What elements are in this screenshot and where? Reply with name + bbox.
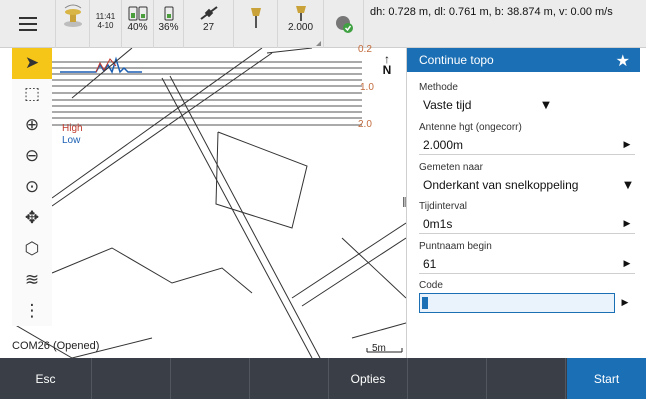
position-info: dh: 0.728 m, dl: 0.761 m, b: 38.874 m, v… bbox=[370, 6, 613, 18]
antenna-status[interactable] bbox=[234, 0, 278, 48]
battery-icon bbox=[128, 6, 147, 21]
legend-low: Low bbox=[62, 135, 81, 146]
zoom-extents-icon: ⊙ bbox=[24, 177, 40, 197]
panel-title: Continue topo bbox=[419, 53, 494, 67]
antenna-height-text: 2.000 bbox=[287, 22, 314, 33]
select-tool[interactable]: ➤ bbox=[12, 48, 52, 79]
point-name-field[interactable]: 61 ▶ bbox=[419, 254, 635, 274]
antenna-height-icon bbox=[295, 6, 306, 21]
time-text: 11:41 bbox=[95, 12, 116, 21]
softkey-6[interactable] bbox=[408, 358, 487, 399]
code-label: Code bbox=[419, 280, 443, 291]
code-arrow[interactable]: ▶ bbox=[617, 293, 635, 313]
orbit-icon: ✥ bbox=[24, 207, 40, 228]
com-status: COM26 (Opened) bbox=[12, 340, 100, 352]
code-input[interactable] bbox=[419, 293, 615, 313]
time-interval-value: 0m1s bbox=[423, 216, 453, 231]
antenna-height-status[interactable]: 2.000 bbox=[278, 0, 324, 48]
panel-header: Continue topo ★ bbox=[407, 48, 640, 72]
orbit-tool[interactable]: ✥ bbox=[12, 202, 52, 233]
view-3d-tool[interactable]: ⬡ bbox=[12, 233, 52, 264]
esc-button[interactable]: Esc bbox=[0, 358, 92, 399]
connection-status[interactable] bbox=[324, 0, 364, 48]
menu-button[interactable] bbox=[0, 0, 56, 48]
zoom-extents-tool[interactable]: ⊙ bbox=[12, 172, 52, 203]
battery-1-text: 40% bbox=[127, 22, 148, 33]
start-button[interactable]: Start bbox=[567, 358, 646, 399]
continue-topo-panel: Continue topo ★ Methode Vaste tijd ▼ Ant… bbox=[406, 48, 640, 358]
arrow-right-icon[interactable]: ▶ bbox=[619, 219, 635, 229]
arrow-right-icon[interactable]: ▶ bbox=[619, 259, 635, 269]
zoom-in-icon: ⊕ bbox=[24, 115, 40, 136]
connection-check-icon bbox=[335, 16, 353, 33]
chevron-down-icon: ▼ bbox=[624, 179, 632, 191]
status-bar: 11:41 4-10 40% 36% 27 2.000 dh: 0.728 m,… bbox=[0, 0, 646, 48]
satellites-text: 27 bbox=[202, 22, 215, 33]
antenna-icon bbox=[250, 8, 261, 28]
antenna-height-field[interactable]: 2.000m ▶ bbox=[419, 135, 635, 155]
precision-scale-top: 0.2 bbox=[358, 44, 372, 55]
scale-bar-label: 5m bbox=[372, 343, 386, 354]
more-icon: ⋮ bbox=[23, 300, 41, 321]
battery-status-1[interactable]: 40% bbox=[122, 0, 154, 48]
clock: 11:41 4-10 bbox=[90, 0, 122, 48]
zoom-out-tool[interactable]: ⊖ bbox=[12, 141, 52, 172]
method-value: Vaste tijd bbox=[423, 98, 472, 112]
receiver-status[interactable] bbox=[56, 0, 90, 48]
point-name-value: 61 bbox=[423, 256, 437, 271]
battery-icon bbox=[164, 6, 173, 21]
satellite-icon bbox=[199, 6, 218, 20]
box-select-icon: ⬚ bbox=[23, 84, 41, 105]
precision-scale-mid: 1.0 bbox=[360, 82, 374, 93]
opties-button[interactable]: Opties bbox=[329, 358, 408, 399]
north-arrow: ↑ N bbox=[382, 52, 392, 77]
measured-to-label: Gemeten naar bbox=[419, 162, 483, 173]
favorite-star-icon[interactable]: ★ bbox=[616, 51, 630, 70]
softkey-3[interactable] bbox=[171, 358, 250, 399]
map-toolbar: ➤ ⬚ ⊕ ⊖ ⊙ ✥ ⬡ ≋ ⋮ bbox=[12, 48, 52, 326]
map-view[interactable] bbox=[12, 48, 406, 358]
softkey-2[interactable] bbox=[92, 358, 171, 399]
precision-scale-bottom: 2.0 bbox=[358, 119, 372, 130]
date-text: 4-10 bbox=[97, 21, 114, 30]
legend-high: High bbox=[62, 123, 83, 134]
point-name-label: Puntnaam begin bbox=[419, 241, 492, 252]
battery-status-2[interactable]: 36% bbox=[154, 0, 184, 48]
softkey-4[interactable] bbox=[250, 358, 329, 399]
method-label: Methode bbox=[419, 82, 458, 93]
arrow-right-icon[interactable]: ▶ bbox=[619, 140, 635, 150]
layers-tool[interactable]: ≋ bbox=[12, 264, 52, 295]
method-dropdown[interactable]: Vaste tijd ▼ bbox=[419, 95, 553, 115]
receiver-icon bbox=[63, 4, 82, 27]
cube-icon: ⬡ bbox=[24, 238, 40, 259]
layers-icon: ≋ bbox=[24, 269, 40, 290]
bottom-bar: Esc Opties Start bbox=[0, 358, 646, 399]
time-interval-field[interactable]: 0m1s ▶ bbox=[419, 214, 635, 234]
text-cursor bbox=[422, 297, 428, 309]
measured-to-value: Onderkant van snelkoppeling bbox=[423, 178, 579, 192]
satellite-status[interactable]: 27 bbox=[184, 0, 234, 48]
map-canvas bbox=[12, 48, 406, 358]
menu-icon bbox=[18, 17, 37, 19]
battery-2-text: 36% bbox=[158, 22, 179, 33]
chevron-down-icon: ▼ bbox=[542, 99, 550, 111]
zoom-out-icon: ⊖ bbox=[24, 146, 40, 167]
softkey-7[interactable] bbox=[487, 358, 566, 399]
antenna-height-label: Antenne hgt (ongecorr) bbox=[419, 122, 522, 133]
arrow-right-icon: ▶ bbox=[621, 298, 629, 308]
zoom-in-tool[interactable]: ⊕ bbox=[12, 110, 52, 141]
box-select-tool[interactable]: ⬚ bbox=[12, 79, 52, 110]
time-interval-label: Tijdinterval bbox=[419, 201, 467, 212]
measured-to-dropdown[interactable]: Onderkant van snelkoppeling ▼ bbox=[419, 175, 635, 195]
antenna-height-value: 2.000m bbox=[423, 137, 464, 152]
more-tool[interactable]: ⋮ bbox=[12, 295, 52, 326]
pointer-icon: ➤ bbox=[24, 53, 40, 74]
